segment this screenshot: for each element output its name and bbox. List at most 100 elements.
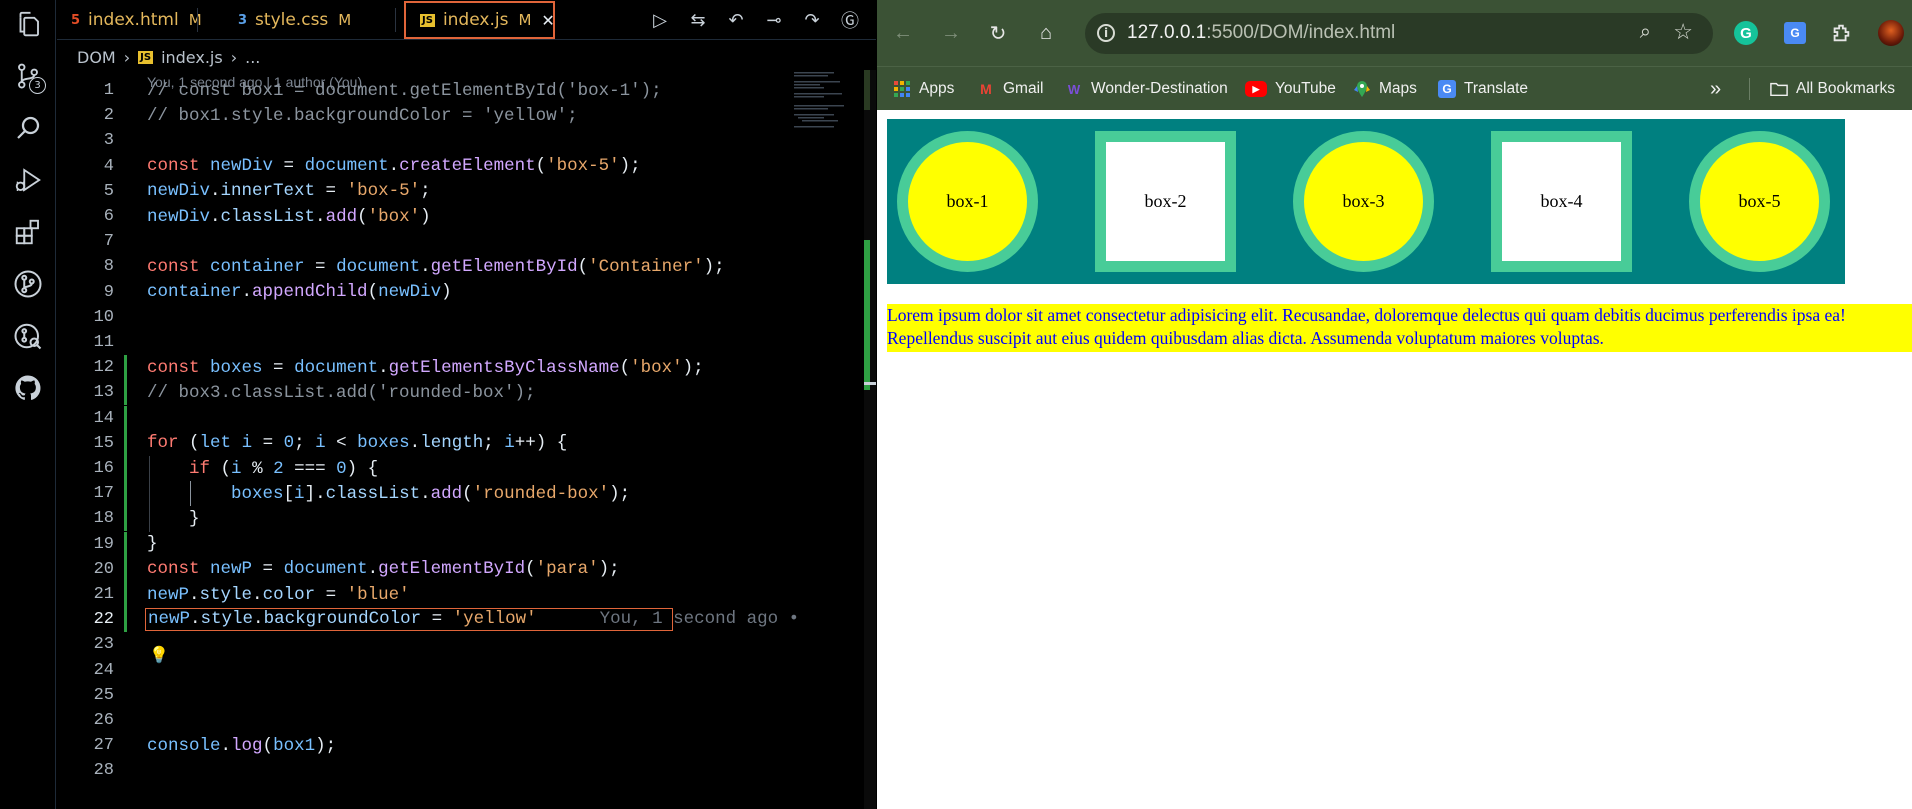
tab-index-html[interactable]: 5 index.html M (57, 0, 202, 40)
code-line[interactable]: 18 } (57, 506, 791, 532)
all-bookmarks[interactable]: All Bookmarks (1770, 67, 1895, 111)
extensions-icon[interactable] (8, 212, 48, 252)
browser-window: ← → ↻ ⌂ i 127.0.0.1:5500/DOM/index.html … (877, 0, 1912, 809)
code-line[interactable]: 14 (57, 405, 791, 431)
bookmark-youtube[interactable]: ▶ YouTube (1245, 67, 1336, 111)
code-line[interactable]: 5 newDiv.innerText = 'box-5'; (57, 179, 791, 204)
tab-separator (197, 8, 198, 32)
code-line[interactable]: 9 container.appendChild(newDiv) (57, 280, 791, 305)
code-line[interactable]: 19} (57, 531, 791, 557)
line-number: 8 (103, 257, 114, 277)
code-text: if (i % 2 === 0) { (189, 458, 379, 479)
code-line[interactable]: 21 newP.style.color = 'blue' (57, 582, 791, 607)
site-info-icon[interactable]: i (1097, 24, 1115, 42)
code-line[interactable]: 13 // box3.classList.add('rounded-box'); (57, 380, 791, 406)
compare-changes-icon[interactable]: ⇆ (685, 7, 711, 33)
code-line[interactable]: 28 (57, 758, 791, 783)
code-text: container.appendChild(newDiv) (147, 282, 452, 303)
code-line[interactable]: 2 // box1.style.backgroundColor = 'yellow… (57, 103, 791, 128)
more-bookmarks-icon[interactable]: » (1710, 67, 1721, 111)
go-forward-icon[interactable]: ↷ (799, 7, 825, 33)
editor-scrollbar[interactable] (864, 70, 876, 809)
bookmark-maps[interactable]: Maps (1353, 67, 1417, 111)
bookmark-apps[interactable]: Apps (893, 67, 954, 111)
search-icon[interactable] (8, 108, 48, 148)
github-icon[interactable] (8, 368, 48, 408)
tab-label: index.js (442, 10, 509, 30)
code-line[interactable]: 11 (57, 330, 791, 355)
run-debug-icon[interactable] (8, 160, 48, 200)
back-icon[interactable]: ← (889, 19, 917, 47)
code-line[interactable]: 25 (57, 683, 791, 708)
js-icon: JS (420, 13, 435, 27)
cursor-marker (864, 382, 876, 385)
extensions-puzzle-icon[interactable] (1827, 19, 1855, 47)
breadcrumb-file[interactable]: index.js (161, 48, 223, 67)
source-control-icon[interactable]: 3 (8, 56, 48, 96)
lightbulb-icon[interactable]: 💡 (149, 645, 169, 665)
go-back-icon[interactable]: ↶ (723, 7, 749, 33)
code-text: newDiv.classList.add('box') (147, 206, 431, 227)
remote-explorer-icon[interactable] (8, 316, 48, 356)
line-number: 19 (93, 534, 114, 554)
indent-guide (149, 456, 150, 532)
chevron-right-icon: › (230, 47, 238, 67)
scrollbar-thumb[interactable] (864, 70, 870, 110)
bookmark-star-icon[interactable]: ☆ (1673, 19, 1693, 45)
code-line[interactable]: 17 boxes[i].classList.add('rounded-box')… (57, 481, 791, 507)
breadcrumb-folder[interactable]: DOM (77, 48, 116, 67)
activity-bar: 3 (0, 0, 56, 809)
chevron-right-icon: › (123, 47, 131, 67)
indent-guide (190, 481, 191, 507)
tab-status: M (518, 11, 532, 29)
address-bar[interactable]: i 127.0.0.1:5500/DOM/index.html ⌕ ☆ (1085, 13, 1713, 54)
breadcrumb-symbol[interactable]: ... (245, 48, 260, 67)
code-line[interactable]: 7 (57, 229, 791, 254)
reload-icon[interactable]: ↻ (984, 19, 1012, 47)
grammarly-icon[interactable]: G (1732, 19, 1760, 47)
bookmark-label: Maps (1379, 80, 1417, 97)
bookmark-gmail[interactable]: M Gmail (977, 67, 1043, 111)
zoom-icon[interactable]: ⌕ (1640, 21, 1651, 44)
tab-index-js[interactable]: JS index.js M ✕ (404, 1, 555, 39)
translate-extension-icon[interactable]: G (1781, 19, 1809, 47)
line-number: 13 (93, 383, 114, 403)
code-line[interactable]: 20 const newP = document.getElementById('… (57, 556, 791, 582)
code-editor[interactable]: You, 1 second ago | 1 author (You) 1// c… (57, 70, 862, 809)
code-line[interactable]: 10 (57, 305, 791, 330)
commit-icon[interactable]: ⊸ (761, 7, 787, 33)
git-lens-icon[interactable]: Ⓖ (837, 7, 863, 33)
code-line[interactable]: 15 for (let i = 0; i < boxes.length; i++)… (57, 430, 791, 456)
code-line[interactable]: 8 const container = document.getElementBy… (57, 254, 791, 279)
bookmark-wonder-destination[interactable]: W Wonder-Destination (1065, 67, 1228, 111)
code-line[interactable]: 6 newDiv.classList.add('box') (57, 204, 791, 229)
folder-icon (1770, 80, 1788, 98)
line-number: 14 (93, 408, 114, 428)
url-text[interactable]: 127.0.0.1:5500/DOM/index.html (1127, 22, 1395, 44)
minimap[interactable] (790, 70, 862, 130)
run-icon[interactable]: ▷ (647, 7, 673, 33)
code-line[interactable]: 16 if (i % 2 === 0) { (57, 456, 791, 481)
line-number: 18 (93, 509, 114, 529)
code-text: } (147, 508, 200, 529)
code-line[interactable]: 12 const boxes = document.getElementsByCl… (57, 355, 791, 381)
tab-label: index.html (88, 10, 179, 30)
git-graph-icon[interactable] (8, 264, 48, 304)
code-line[interactable]: 1 // const box1 = document.getElementById… (57, 78, 791, 103)
code-line[interactable]: 3 (57, 128, 791, 153)
translate-icon: G (1438, 80, 1456, 98)
code-line[interactable]: 27 console.log(box1); (57, 733, 791, 758)
explorer-icon[interactable] (8, 4, 48, 44)
forward-icon[interactable]: → (937, 19, 965, 47)
code-text: } (147, 534, 158, 555)
tab-style-css[interactable]: 3 style.css M (224, 0, 364, 40)
code-text: const newDiv = document.createElement('b… (147, 156, 641, 177)
home-icon[interactable]: ⌂ (1032, 19, 1060, 47)
code-line[interactable]: 26 (57, 708, 791, 733)
close-icon[interactable]: ✕ (541, 11, 554, 30)
profile-avatar[interactable] (1877, 19, 1905, 47)
para: Lorem ipsum dolor sit amet consectetur a… (887, 304, 1912, 352)
code-line[interactable]: 4 const newDiv = document.createElement('… (57, 154, 791, 179)
bookmark-translate[interactable]: G Translate (1438, 67, 1528, 111)
code-line[interactable]: 22 newP.style.backgroundColor = 'yellow' … (57, 607, 799, 633)
